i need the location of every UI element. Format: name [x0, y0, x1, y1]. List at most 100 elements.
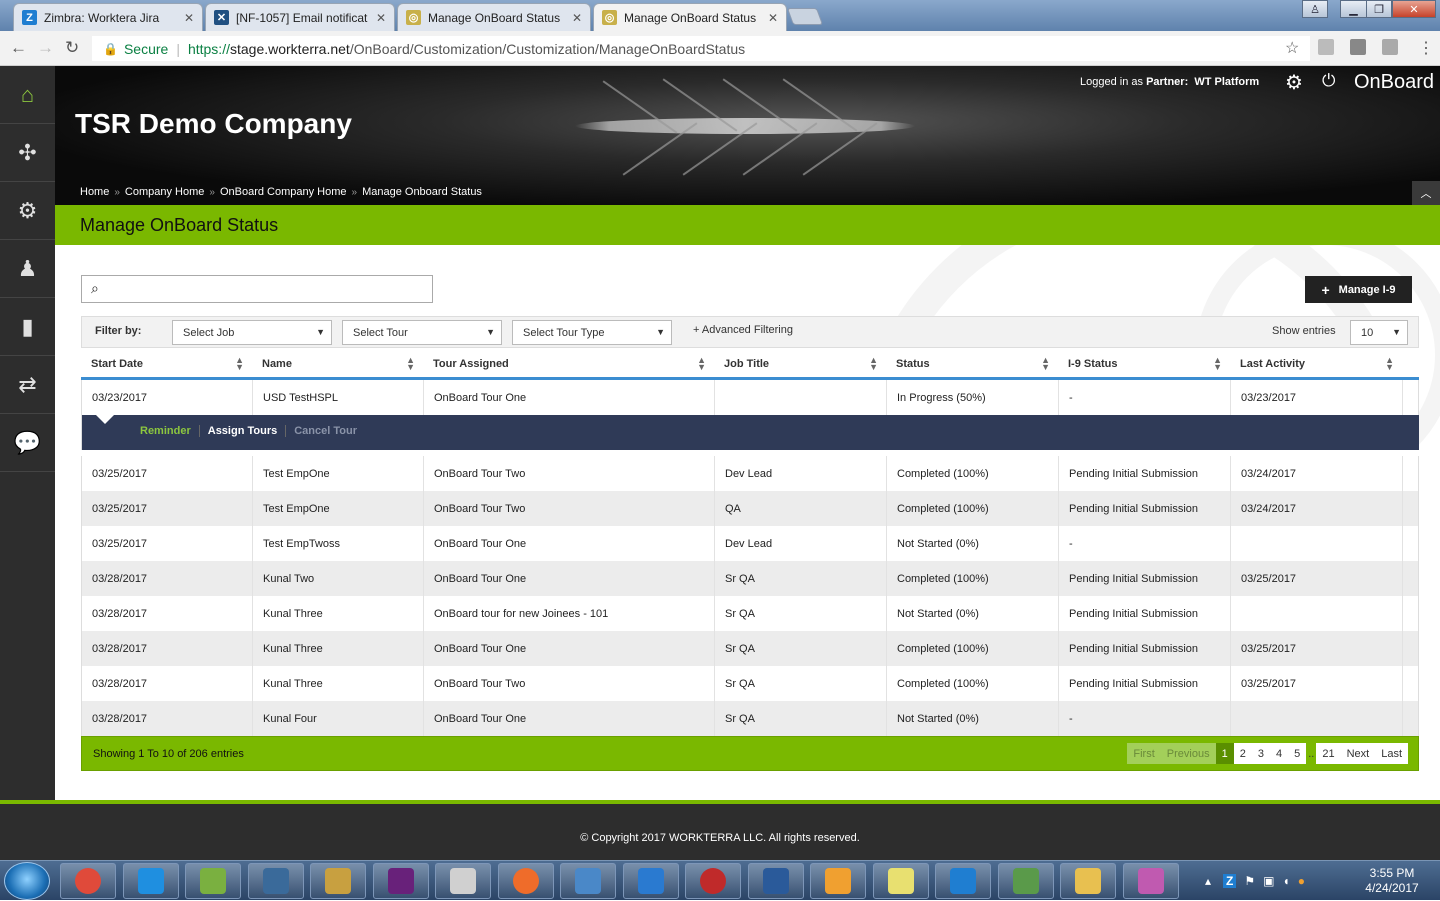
pager-page-4[interactable]: 4 [1269, 743, 1289, 764]
search-input[interactable]: ⌕ [81, 275, 433, 303]
column-header[interactable]: Status ▲ ▼ [886, 348, 1058, 380]
zimbra-tray-icon[interactable]: Z [1223, 874, 1237, 888]
table-row[interactable]: 03/28/2017 Kunal Three OnBoard Tour One Sr … [81, 631, 1419, 666]
breadcrumb-company-home[interactable]: Company Home [125, 186, 204, 198]
table-row[interactable]: 03/28/2017 Kunal Four OnBoard Tour One Sr Q… [81, 701, 1419, 736]
minimize-button[interactable]: ▁ [1340, 0, 1367, 18]
sidebar-item-chat[interactable]: 💬 [0, 414, 55, 472]
column-header[interactable]: Name ▲ ▼ [252, 348, 423, 380]
breadcrumb-onboard-company-home[interactable]: OnBoard Company Home [220, 186, 347, 198]
column-header[interactable]: Tour Assigned ▲ ▼ [423, 348, 714, 380]
pager-previous[interactable]: Previous [1160, 743, 1216, 764]
taskbar-app-button[interactable] [1122, 863, 1179, 899]
taskbar-app-button[interactable] [372, 863, 429, 899]
browser-tab-onboard-2[interactable]: ◎ Manage OnBoard Status ✕ [593, 3, 787, 31]
window-close-button[interactable]: ✕ [1392, 0, 1436, 18]
column-header[interactable]: Job Title ▲ ▼ [714, 348, 886, 380]
sort-icon[interactable]: ▲ ▼ [1041, 356, 1050, 372]
firefox-tray-icon[interactable]: ● [1298, 874, 1305, 888]
back-arrow-icon[interactable]: ← [10, 38, 27, 58]
bookmark-star-icon[interactable]: ☆ [1285, 38, 1299, 58]
column-header[interactable]: Last Activity ▲ ▼ [1230, 348, 1402, 380]
sort-icon[interactable]: ▲ ▼ [235, 356, 244, 372]
taskbar-app-button[interactable] [310, 863, 366, 899]
taskbar-app-button[interactable] [247, 863, 304, 899]
extension-icon[interactable] [1350, 39, 1366, 55]
assign-tours-action[interactable]: Assign Tours [200, 425, 287, 437]
taskbar-app-button[interactable] [1060, 863, 1116, 899]
taskbar-app-button[interactable] [497, 863, 554, 899]
table-row[interactable]: 03/25/2017 Test EmpOne OnBoard Tour Two Dev… [81, 456, 1419, 491]
forward-arrow-icon[interactable]: → [37, 38, 54, 58]
pager-page-5[interactable]: 5 [1288, 743, 1307, 764]
sidebar-item-transfer[interactable]: ⇄ [0, 356, 55, 414]
reload-icon[interactable]: ↻ [65, 38, 79, 58]
table-row[interactable]: 03/25/2017 Test EmpOne OnBoard Tour Two QA C… [81, 491, 1419, 526]
reminder-action[interactable]: Reminder [132, 425, 200, 437]
sidebar-item-home[interactable]: ⌂ [0, 66, 55, 124]
pager-page-1[interactable]: 1 [1215, 743, 1234, 764]
taskbar-app-button[interactable] [435, 863, 491, 899]
chevron-up-icon[interactable]: ▴ [1205, 874, 1211, 888]
pager-last[interactable]: Last [1375, 743, 1408, 764]
extension-icon[interactable] [1382, 39, 1398, 55]
pager-page-21[interactable]: 21 [1316, 743, 1341, 764]
pager-next[interactable]: Next [1340, 743, 1376, 764]
taskbar-app-button[interactable] [122, 863, 179, 899]
maximize-button[interactable]: ❐ [1366, 0, 1392, 18]
taskbar-app-button[interactable] [622, 863, 679, 899]
taskbar-app-button[interactable] [185, 863, 241, 899]
browser-tab-jira[interactable]: ✕ [NF-1057] Email notificat ✕ [205, 3, 395, 31]
start-button[interactable] [4, 862, 50, 900]
sort-icon[interactable]: ▲ ▼ [697, 356, 706, 372]
system-clock[interactable]: 3:55 PM 4/24/2017 [1352, 866, 1432, 896]
pager-page-3[interactable]: 3 [1251, 743, 1270, 764]
flag-icon[interactable]: ⚑ [1244, 874, 1255, 888]
browser-tab-zimbra[interactable]: Z Zimbra: Worktera Jira ✕ [13, 3, 203, 31]
close-icon[interactable]: ✕ [572, 11, 582, 25]
breadcrumb-home[interactable]: Home [80, 186, 109, 198]
column-header[interactable]: I-9 Status ▲ ▼ [1058, 348, 1230, 380]
browser-tab-onboard-1[interactable]: ◎ Manage OnBoard Status ✕ [397, 3, 591, 31]
volume-icon[interactable]: ◖ [1282, 874, 1289, 888]
network-tray-icon[interactable]: ▣ [1263, 874, 1274, 888]
table-row[interactable]: 03/28/2017 Kunal Three OnBoard Tour Two Sr … [81, 666, 1419, 701]
table-row[interactable]: 03/25/2017 Test EmpTwoss OnBoard Tour One D… [81, 526, 1419, 561]
taskbar-app-button[interactable] [560, 863, 616, 899]
gear-icon[interactable]: ⚙ [1285, 70, 1303, 95]
column-header[interactable]: Start Date ▲ ▼ [81, 348, 252, 380]
select-tour-dropdown[interactable]: Select Tour ▼ [342, 320, 502, 345]
power-icon[interactable]: ⏻ [1322, 71, 1335, 91]
show-entries-dropdown[interactable]: 10 ▼ [1350, 320, 1408, 345]
select-tour-type-dropdown[interactable]: Select Tour Type ▼ [512, 320, 672, 345]
close-icon[interactable]: ✕ [768, 11, 778, 25]
sort-icon[interactable]: ▲ ▼ [1385, 356, 1394, 372]
taskbar-app-button[interactable] [810, 863, 866, 899]
table-row[interactable]: 03/28/2017 Kunal Three OnBoard tour for ne… [81, 596, 1419, 631]
sidebar-item-customization[interactable]: ✣ [0, 124, 55, 182]
taskbar-app-button[interactable] [935, 863, 991, 899]
advanced-filtering-link[interactable]: + Advanced Filtering [693, 324, 793, 336]
taskbar-app-button[interactable] [747, 863, 804, 899]
close-icon[interactable]: ✕ [184, 11, 194, 25]
sort-icon[interactable]: ▲ ▼ [869, 356, 878, 372]
extension-icon[interactable] [1318, 39, 1334, 55]
select-job-dropdown[interactable]: Select Job ▼ [172, 320, 332, 345]
new-tab-button[interactable] [786, 8, 824, 25]
url-input[interactable]: 🔒 Secure | https:// stage.workterra.net … [92, 36, 1310, 61]
taskbar-app-button[interactable] [872, 863, 929, 899]
cancel-tour-action[interactable]: Cancel Tour [286, 425, 365, 437]
pager-page-2[interactable]: 2 [1233, 743, 1252, 764]
sidebar-item-reports[interactable]: ▮ [0, 298, 55, 356]
sort-icon[interactable]: ▲ ▼ [1213, 356, 1222, 372]
sort-icon[interactable]: ▲ ▼ [406, 356, 415, 372]
taskbar-app-button[interactable] [60, 863, 116, 899]
pager-first[interactable]: First [1127, 743, 1161, 764]
sidebar-item-employees[interactable]: ♟ [0, 240, 55, 298]
menu-kebab-icon[interactable]: ⋮ [1418, 38, 1434, 58]
collapse-header-button[interactable]: ︿ [1412, 181, 1440, 205]
table-row[interactable]: 03/28/2017 Kunal Two OnBoard Tour One Sr QA… [81, 561, 1419, 596]
manage-i9-button[interactable]: + Manage I-9 [1305, 276, 1412, 303]
close-icon[interactable]: ✕ [376, 11, 386, 25]
taskbar-app-button[interactable] [685, 863, 741, 899]
